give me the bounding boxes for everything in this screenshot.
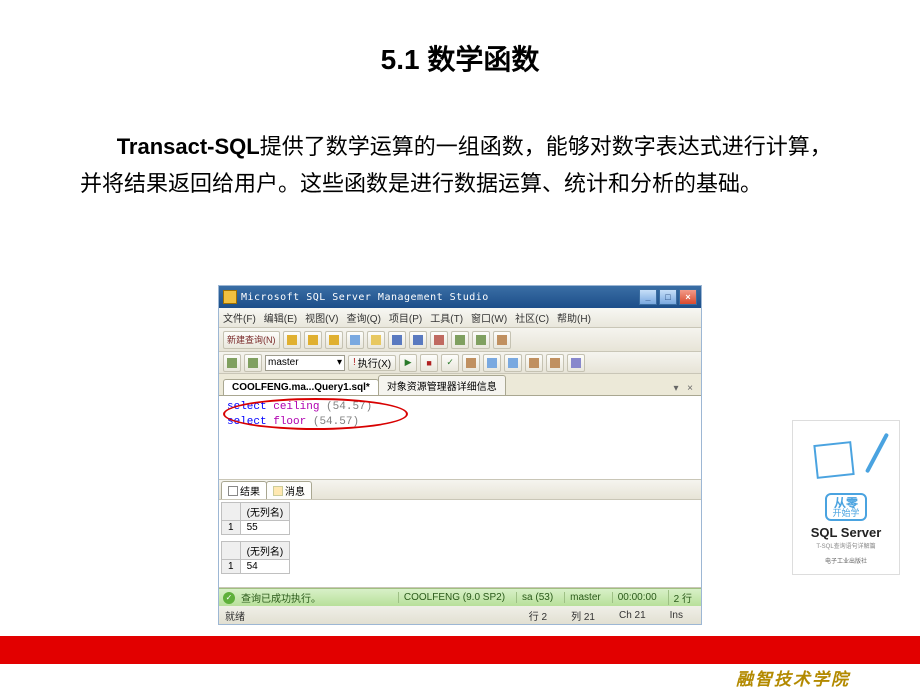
menu-help[interactable]: 帮助(H) — [557, 310, 591, 325]
sql-editor[interactable]: select ceiling (54.57) select floor (54.… — [219, 396, 701, 480]
book-title: SQL Server — [811, 525, 882, 540]
menu-window[interactable]: 窗口(W) — [471, 310, 507, 325]
menu-bar: 文件(F) 编辑(E) 视图(V) 查询(Q) 项目(P) 工具(T) 窗口(W… — [219, 308, 701, 328]
slide-title: 5.1 数学函数 — [0, 0, 920, 78]
document-tabs: COOLFENG.ma...Query1.sql* 对象资源管理器详细信息 ▾ … — [219, 374, 701, 396]
tab-messages[interactable]: 消息 — [266, 481, 312, 499]
save-icon[interactable] — [388, 331, 406, 349]
tab-query1[interactable]: COOLFENG.ma...Query1.sql* — [223, 379, 379, 395]
status-server: COOLFENG (9.0 SP2) — [398, 592, 510, 603]
tab-object-explorer-details[interactable]: 对象资源管理器详细信息 — [378, 375, 506, 395]
parse-icon[interactable]: ✓ — [441, 354, 459, 372]
row-number: 1 — [222, 521, 241, 535]
tool-icon[interactable] — [325, 331, 343, 349]
close-button[interactable]: × — [679, 289, 697, 305]
row-number: 1 — [222, 560, 241, 574]
book-cover: 从零 开始学 SQL Server T-SQL查询语句详解篇 电子工业出版社 — [792, 420, 900, 575]
status-time: 00:00:00 — [612, 592, 662, 603]
ssms-window: Microsoft SQL Server Management Studio _… — [218, 285, 702, 625]
menu-project[interactable]: 项目(P) — [389, 310, 422, 325]
cell-value[interactable]: 55 — [240, 521, 290, 535]
success-icon: ✓ — [223, 592, 235, 604]
tool-icon[interactable] — [304, 331, 322, 349]
status-ins: Ins — [658, 610, 695, 621]
new-query-button[interactable]: 新建查询(N) — [223, 331, 280, 349]
results-tabbar: 结果 消息 — [219, 480, 701, 500]
menu-view[interactable]: 视图(V) — [305, 310, 338, 325]
minimize-button[interactable]: _ — [639, 289, 657, 305]
window-title: Microsoft SQL Server Management Studio — [241, 292, 639, 303]
query-status-bar: ✓ 查询已成功执行。 COOLFENG (9.0 SP2) sa (53) ma… — [219, 588, 701, 606]
save-all-icon[interactable] — [409, 331, 427, 349]
stop-icon[interactable]: ■ — [420, 354, 438, 372]
code-line: select floor (54.57) — [227, 415, 693, 430]
results-pane: (无列名) 155 (无列名) 154 — [219, 500, 701, 588]
status-ready: 就绪 — [225, 608, 245, 623]
debug-icon[interactable]: ▶ — [399, 354, 417, 372]
result-grid-2: (无列名) 154 — [221, 541, 699, 574]
menu-community[interactable]: 社区(C) — [515, 310, 549, 325]
menu-query[interactable]: 查询(Q) — [346, 310, 380, 325]
sql-toolbar: master▾ !执行(X) ▶ ■ ✓ — [219, 352, 701, 374]
tool-icon[interactable] — [346, 331, 364, 349]
chevron-down-icon: ▾ — [337, 357, 342, 368]
status-user: sa (53) — [516, 592, 558, 603]
window-titlebar: Microsoft SQL Server Management Studio _… — [219, 286, 701, 308]
column-header[interactable]: (无列名) — [240, 542, 290, 560]
result-grid-1: (无列名) 155 — [221, 502, 699, 535]
database-select[interactable]: master▾ — [265, 355, 345, 371]
tab-dropdown-icon[interactable]: ▾ — [669, 381, 683, 395]
footer-bar — [0, 636, 920, 664]
book-badge: 从零 开始学 — [825, 493, 867, 521]
main-toolbar: 新建查询(N) — [219, 328, 701, 352]
tool-icon[interactable] — [462, 354, 480, 372]
book-publisher: 电子工业出版社 — [825, 556, 867, 565]
tool-icon[interactable] — [430, 331, 448, 349]
open-icon[interactable] — [367, 331, 385, 349]
status-line: 行 2 — [517, 608, 559, 623]
app-icon — [223, 290, 237, 304]
slide-body: Transact-SQL提供了数学运算的一组函数，能够对数字表达式进行计算，并将… — [0, 78, 920, 203]
grid-icon — [228, 486, 238, 496]
tab-close-icon[interactable]: × — [683, 381, 697, 395]
status-message: 查询已成功执行。 — [241, 590, 321, 605]
tool-icon[interactable] — [244, 354, 262, 372]
tab-results[interactable]: 结果 — [221, 481, 267, 499]
tool-icon[interactable] — [567, 354, 585, 372]
book-art — [807, 429, 885, 489]
menu-file[interactable]: 文件(F) — [223, 310, 256, 325]
book-subtitle: T-SQL查询语句详解篇 — [816, 541, 875, 550]
status-rows: 2 行 — [668, 590, 697, 605]
status-ch: Ch 21 — [607, 610, 658, 621]
body-bold: Transact-SQL — [117, 134, 260, 159]
tool-icon[interactable] — [493, 331, 511, 349]
tool-icon[interactable] — [451, 331, 469, 349]
footer-org: 融智技术学院 — [736, 664, 850, 690]
column-header[interactable]: (无列名) — [240, 503, 290, 521]
menu-edit[interactable]: 编辑(E) — [264, 310, 297, 325]
menu-tools[interactable]: 工具(T) — [430, 310, 463, 325]
code-line: select ceiling (54.57) — [227, 400, 693, 415]
tool-icon[interactable] — [546, 354, 564, 372]
cell-value[interactable]: 54 — [240, 560, 290, 574]
status-db: master — [564, 592, 606, 603]
tool-icon[interactable] — [283, 331, 301, 349]
message-icon — [273, 486, 283, 496]
status-col: 列 21 — [559, 608, 607, 623]
tool-icon[interactable] — [472, 331, 490, 349]
tool-icon[interactable] — [525, 354, 543, 372]
maximize-button[interactable]: □ — [659, 289, 677, 305]
execute-button[interactable]: !执行(X) — [348, 355, 396, 371]
tool-icon[interactable] — [483, 354, 501, 372]
tool-icon[interactable] — [223, 354, 241, 372]
tool-icon[interactable] — [504, 354, 522, 372]
editor-status-bar: 就绪 行 2 列 21 Ch 21 Ins — [219, 606, 701, 624]
